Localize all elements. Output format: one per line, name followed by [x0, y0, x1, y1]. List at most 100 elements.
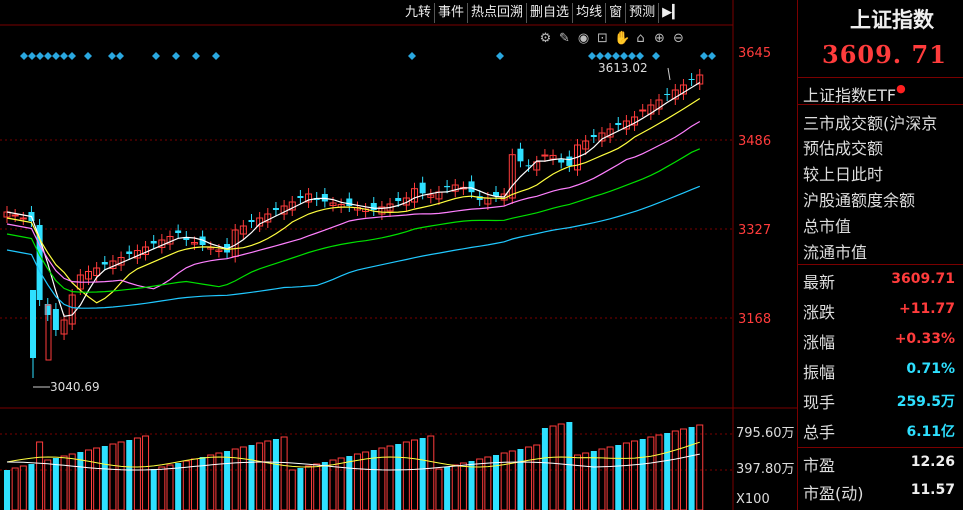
volume-bar: [239, 446, 247, 510]
volume-bar: [199, 457, 206, 510]
divider: [798, 264, 963, 265]
candle-body: [248, 220, 255, 222]
toolbar-button-moving-average[interactable]: 均线: [573, 3, 607, 23]
event-marker-icon: [36, 52, 44, 60]
volume-bar: [655, 434, 663, 510]
row-value: 12.26: [910, 454, 955, 470]
candle-body: [52, 309, 59, 330]
toolbar-button-hotspot[interactable]: 热点回溯: [468, 3, 528, 23]
volume-bar: [444, 467, 451, 510]
row-change: 涨跌 +11.77: [803, 299, 963, 325]
volume-bar: [639, 439, 646, 510]
event-marker-icon: [84, 52, 92, 60]
row-value: 3609.71: [891, 271, 955, 287]
volume-bar: [224, 451, 231, 510]
row-total-volume: 总手 6.11亿: [803, 419, 963, 445]
row-value: 259.5万: [896, 394, 955, 410]
price-axis-label: 3645: [738, 46, 771, 61]
row-label: 涨幅: [803, 333, 836, 352]
event-marker-icon: [652, 52, 660, 60]
event-marker-icon: [612, 52, 620, 60]
candle-body: [370, 203, 377, 210]
eye-icon[interactable]: ◉: [576, 31, 591, 46]
row-pe: 市盈 12.26: [803, 452, 963, 478]
volume-bar: [696, 424, 704, 510]
event-marker-icon: [700, 52, 708, 60]
row-amplitude: 振幅 0.71%: [803, 359, 963, 385]
settings-icon[interactable]: ⚙: [538, 31, 553, 46]
candle-body: [297, 196, 304, 198]
event-marker-icon: [172, 52, 180, 60]
chart-toolbar: 九转 事件 热点回溯 删自选 均线 窗 预测 ▶▎: [402, 2, 685, 24]
etf-link[interactable]: 上证指数ETF●: [803, 82, 906, 106]
toolbar-button-events[interactable]: 事件: [435, 3, 469, 23]
volume-bar: [517, 449, 524, 510]
volume-bar: [411, 439, 418, 510]
volume-bar: [468, 461, 475, 510]
volume-bar: [346, 456, 353, 510]
index-price: 3609. 71: [822, 40, 947, 69]
zoom-in-icon[interactable]: ⊕: [652, 31, 667, 46]
candle-body: [541, 154, 549, 157]
volume-bar: [631, 440, 639, 510]
volume-bar: [19, 465, 27, 510]
live-dot-icon: ●: [896, 82, 906, 95]
row-latest: 最新 3609.71: [803, 269, 963, 295]
info-connect-quota: 沪股通额度余额: [803, 191, 916, 210]
event-marker-icon: [496, 52, 504, 60]
divider: [798, 447, 963, 448]
toolbar-button-forecast[interactable]: 预测: [626, 3, 660, 23]
volume-bar: [101, 446, 108, 510]
volume-axis-label: 397.80万: [736, 462, 795, 477]
lock-icon[interactable]: ⊡: [595, 31, 610, 46]
volume-bar: [272, 439, 279, 510]
divider: [798, 77, 963, 78]
volume-bar: [93, 447, 101, 510]
toolbar-button-remove-watchlist[interactable]: 删自选: [527, 3, 574, 23]
pen-icon[interactable]: ✎: [557, 31, 572, 46]
candle-body: [175, 230, 182, 233]
volume-bar: [386, 445, 394, 510]
volume-bar: [402, 441, 410, 510]
volume-bar: [207, 454, 215, 510]
volume-bar: [68, 453, 76, 510]
high-marker-label: 3613.02: [598, 61, 648, 75]
collapse-arrow-icon: ▶▎: [662, 5, 683, 20]
volume-bar: [525, 446, 533, 510]
candle-body: [468, 181, 475, 193]
info-vs-yesterday: 较上日此时: [803, 165, 884, 184]
volume-bar: [182, 460, 190, 510]
toolbar-button-collapse[interactable]: ▶▎: [659, 3, 685, 23]
event-marker-icon: [192, 52, 200, 60]
volume-bar: [117, 441, 125, 510]
zoom-out-icon[interactable]: ⊖: [671, 31, 686, 46]
toolbar-button-window[interactable]: 窗: [606, 3, 627, 23]
volume-bar: [549, 425, 557, 510]
event-marker-icon: [60, 52, 68, 60]
unlock-icon[interactable]: ⌂: [633, 31, 648, 46]
row-label: 涨跌: [803, 303, 836, 322]
candle-body: [566, 156, 573, 166]
hand-icon[interactable]: ✋: [614, 31, 630, 46]
volume-bar: [484, 456, 492, 510]
info-total-market-cap: 总市值: [803, 217, 852, 236]
volume-bar: [4, 470, 10, 510]
volume-bar: [395, 444, 402, 510]
event-marker-icon: [108, 52, 116, 60]
event-marker-icon: [68, 52, 76, 60]
volume-bar: [370, 450, 377, 510]
volume-bar: [248, 445, 255, 510]
candle-body: [395, 198, 402, 201]
toolbar-button-jiuzhuan[interactable]: 九转: [402, 3, 436, 23]
candle-body: [272, 208, 279, 210]
candle-body: [11, 214, 19, 217]
event-marker-icon: [408, 52, 416, 60]
event-marker-icon: [596, 52, 604, 60]
event-marker-icon: [628, 52, 636, 60]
volume-bar: [647, 436, 655, 510]
row-label: 最新: [803, 273, 836, 292]
volume-bar: [353, 453, 361, 510]
volume-bar: [615, 445, 622, 510]
row-label: 振幅: [803, 363, 836, 382]
volume-bar: [606, 446, 614, 510]
